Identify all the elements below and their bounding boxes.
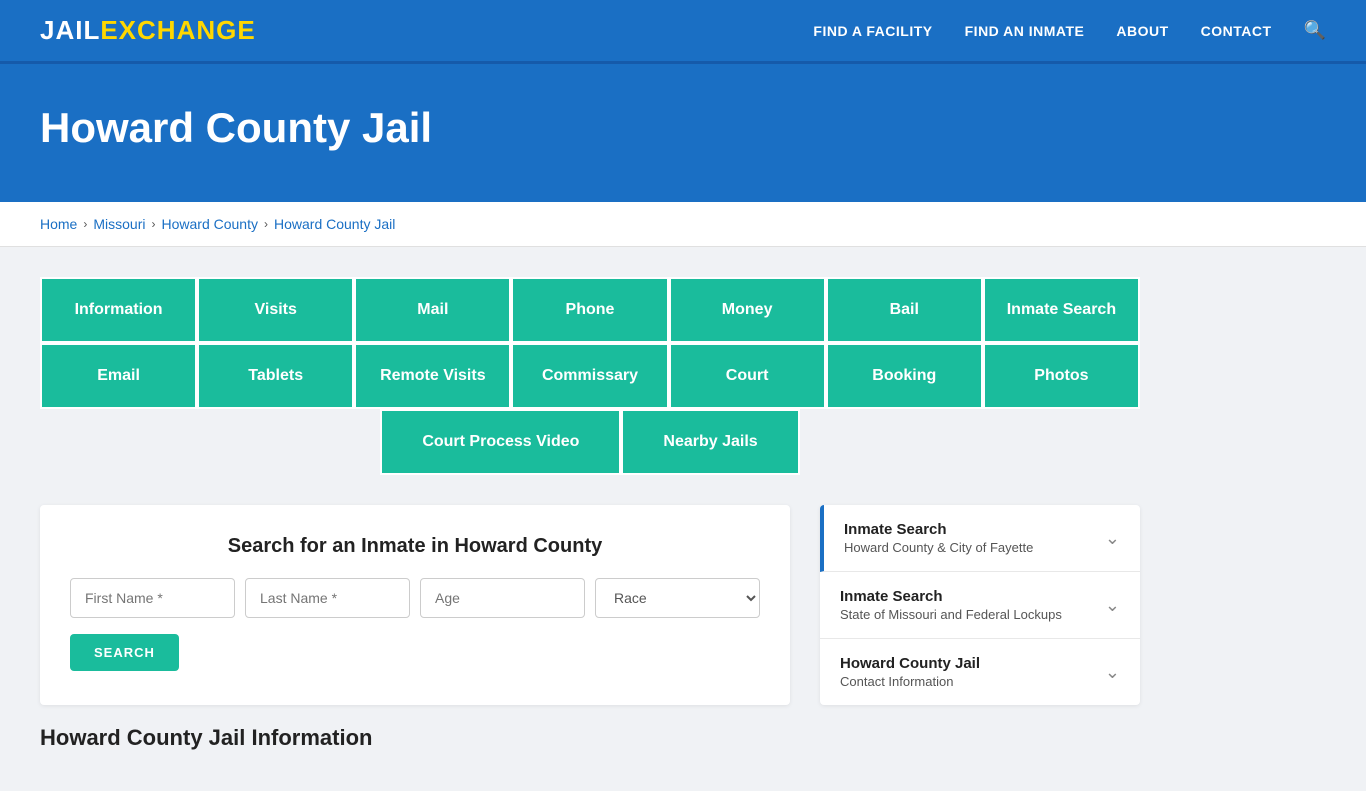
breadcrumb-home[interactable]: Home (40, 216, 77, 232)
breadcrumb: Home › Missouri › Howard County › Howard… (40, 216, 1326, 232)
grid-row-3: Court Process Video Nearby Jails (40, 409, 1140, 475)
nav-contact[interactable]: CONTACT (1201, 23, 1272, 39)
grid-btn-visits[interactable]: Visits (197, 277, 354, 343)
breadcrumb-howard-county[interactable]: Howard County (161, 216, 258, 232)
grid-row-1: Information Visits Mail Phone Money Bail… (40, 277, 1140, 343)
grid-btn-commissary[interactable]: Commissary (511, 343, 668, 409)
grid-btn-money[interactable]: Money (669, 277, 826, 343)
sidebar-item-contact-info[interactable]: Howard County Jail Contact Information ⌄ (820, 639, 1140, 705)
grid-btn-photos[interactable]: Photos (983, 343, 1140, 409)
logo-jail: JAIL (40, 15, 100, 46)
grid-btn-tablets[interactable]: Tablets (197, 343, 354, 409)
race-select[interactable]: Race White Black Hispanic Asian Other (595, 578, 760, 618)
grid-btn-information[interactable]: Information (40, 277, 197, 343)
navbar: JAIL EXCHANGE FIND A FACILITY FIND AN IN… (0, 0, 1366, 64)
navbar-links: FIND A FACILITY FIND AN INMATE ABOUT CON… (813, 20, 1326, 41)
grid-btn-phone[interactable]: Phone (511, 277, 668, 343)
grid-btn-court-process-video[interactable]: Court Process Video (380, 409, 621, 475)
breadcrumb-sep-1: › (83, 217, 87, 231)
breadcrumb-sep-3: › (264, 217, 268, 231)
grid-btn-mail[interactable]: Mail (354, 277, 511, 343)
nav-find-inmate[interactable]: FIND AN INMATE (965, 23, 1085, 39)
sidebar-card: Inmate Search Howard County & City of Fa… (820, 505, 1140, 705)
nav-find-facility[interactable]: FIND A FACILITY (813, 23, 932, 39)
chevron-down-icon-2: ⌄ (1105, 595, 1120, 616)
hero-section: Howard County Jail (0, 64, 1366, 202)
search-icon[interactable]: 🔍 (1304, 20, 1326, 41)
category-grid: Information Visits Mail Phone Money Bail… (40, 277, 1140, 475)
sidebar: Inmate Search Howard County & City of Fa… (820, 505, 1140, 705)
grid-btn-inmate-search[interactable]: Inmate Search (983, 277, 1140, 343)
grid-btn-bail[interactable]: Bail (826, 277, 983, 343)
sidebar-item-text-3: Howard County Jail Contact Information (840, 655, 980, 689)
main-content: Information Visits Mail Phone Money Bail… (0, 247, 1366, 791)
sidebar-item-inmate-search-local[interactable]: Inmate Search Howard County & City of Fa… (820, 505, 1140, 572)
grid-btn-court[interactable]: Court (669, 343, 826, 409)
grid-btn-email[interactable]: Email (40, 343, 197, 409)
breadcrumb-missouri[interactable]: Missouri (93, 216, 145, 232)
chevron-down-icon-3: ⌄ (1105, 662, 1120, 683)
sidebar-item-subtitle-3: Contact Information (840, 674, 980, 689)
sidebar-item-title-1: Inmate Search (844, 521, 1033, 538)
sidebar-item-subtitle-2: State of Missouri and Federal Lockups (840, 607, 1062, 622)
breadcrumb-sep-2: › (151, 217, 155, 231)
content-area: Search for an Inmate in Howard County Ra… (40, 505, 1140, 705)
bottom-section: Howard County Jail Information (40, 725, 1140, 751)
breadcrumb-howard-county-jail[interactable]: Howard County Jail (274, 216, 395, 232)
sidebar-item-inmate-search-state[interactable]: Inmate Search State of Missouri and Fede… (820, 572, 1140, 639)
search-form: Race White Black Hispanic Asian Other (70, 578, 760, 618)
grid-btn-remote-visits[interactable]: Remote Visits (354, 343, 511, 409)
bottom-title: Howard County Jail Information (40, 725, 1140, 751)
sidebar-item-subtitle-1: Howard County & City of Fayette (844, 540, 1033, 555)
chevron-down-icon-1: ⌄ (1105, 528, 1120, 549)
breadcrumb-bar: Home › Missouri › Howard County › Howard… (0, 202, 1366, 247)
sidebar-item-text-2: Inmate Search State of Missouri and Fede… (840, 588, 1062, 622)
last-name-input[interactable] (245, 578, 410, 618)
search-title: Search for an Inmate in Howard County (70, 535, 760, 558)
first-name-input[interactable] (70, 578, 235, 618)
page-title: Howard County Jail (40, 104, 1326, 152)
age-input[interactable] (420, 578, 585, 618)
sidebar-item-title-3: Howard County Jail (840, 655, 980, 672)
site-logo[interactable]: JAIL EXCHANGE (40, 15, 256, 46)
logo-exchange: EXCHANGE (100, 15, 255, 46)
nav-about[interactable]: ABOUT (1116, 23, 1168, 39)
grid-btn-nearby-jails[interactable]: Nearby Jails (621, 409, 799, 475)
sidebar-item-text-1: Inmate Search Howard County & City of Fa… (844, 521, 1033, 555)
search-button[interactable]: SEARCH (70, 634, 179, 671)
inmate-search-box: Search for an Inmate in Howard County Ra… (40, 505, 790, 705)
sidebar-item-title-2: Inmate Search (840, 588, 1062, 605)
grid-btn-booking[interactable]: Booking (826, 343, 983, 409)
grid-row-2: Email Tablets Remote Visits Commissary C… (40, 343, 1140, 409)
